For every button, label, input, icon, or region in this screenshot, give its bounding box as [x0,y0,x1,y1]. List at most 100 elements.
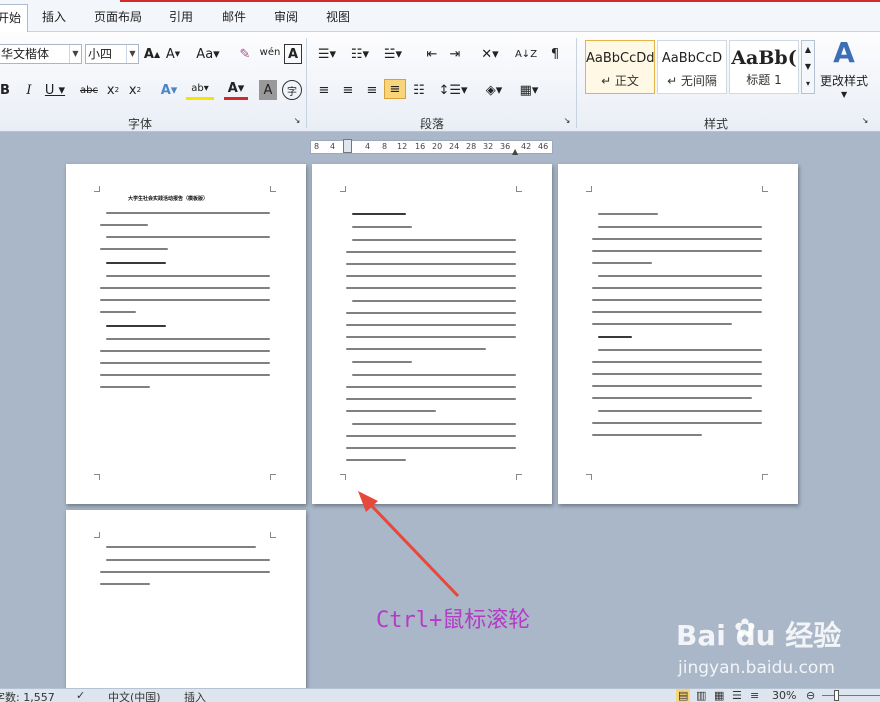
annotation-text: Ctrl+鼠标滚轮 [376,608,531,633]
align-left-icon[interactable]: ≡ [314,80,334,100]
font-dialog-launcher-icon[interactable]: ↘ [292,114,302,126]
numbering-icon[interactable]: ☷▾ [347,44,373,64]
watermark-logo: Bai du 经验 [676,619,842,652]
paragraph-dialog-launcher-icon[interactable]: ↘ [562,114,572,126]
increase-indent-icon[interactable]: ⇥ [445,44,465,64]
web-layout-icon[interactable]: ▦ [714,689,724,702]
font-name-combo[interactable]: 华文楷体 ▼ [0,44,82,64]
change-styles-button[interactable]: 更改样式 [820,72,868,89]
zoom-out-icon[interactable]: ⊖ [806,689,815,702]
more-styles-icon[interactable]: ▾ [802,75,814,92]
zoom-thumb[interactable] [834,690,839,701]
ruler-tick: 46 [538,142,549,151]
chevron-down-icon[interactable]: ▼ [841,90,847,99]
decrease-indent-icon[interactable]: ⇤ [422,44,442,64]
tab-review[interactable]: 审阅 [274,8,298,25]
scroll-up-icon[interactable]: ▲ [802,41,814,58]
justify-icon[interactable]: ≡ [384,79,406,99]
chevron-down-icon[interactable]: ▼ [126,45,138,63]
sort-icon[interactable]: A↓Z [515,44,537,64]
horizontal-ruler[interactable]: 8 4 4 8 12 16 20 24 28 32 36 42 46 ▲ [310,139,553,156]
multilevel-list-icon[interactable]: ☱▾ [380,44,406,64]
grow-font-icon[interactable]: A ▲ [143,44,161,64]
page-3[interactable] [558,164,798,504]
ruler-tick: 32 [483,142,494,151]
clear-format-icon[interactable]: ✎ [236,44,254,64]
title-accent-line [120,0,880,2]
ruler-tick: 42 [521,142,532,151]
phonetic-guide-icon[interactable]: wén [259,42,281,62]
char-border-icon[interactable]: A [284,44,302,64]
font-size-value: 小四 [88,47,113,61]
ruler-tick: 4 [330,142,336,151]
style-no-spacing[interactable]: AaBbCcD ↵ 无间隔 [657,40,727,94]
tab-mailings[interactable]: 邮件 [222,8,246,25]
ruler-tick: 8 [382,142,388,151]
styles-scroll[interactable]: ▲ ▼ ▾ [801,40,815,94]
ruler-tick: 24 [449,142,460,151]
bold-button[interactable]: B [0,80,12,100]
language-indicator[interactable]: 中文(中国) [108,689,161,702]
char-shading-icon[interactable]: A [259,80,277,100]
zoom-slider[interactable] [822,695,880,696]
indent-marker-icon[interactable] [343,139,352,153]
shrink-font-icon[interactable]: A ▼ [164,44,182,64]
line-spacing-icon[interactable]: ↕☰▾ [438,80,467,100]
style-heading-1[interactable]: AaBb( 标题 1 [729,40,799,94]
subscript-button[interactable]: x2 [104,80,122,100]
document-title: 大学生社会实践活动报告（模板版） [128,196,209,202]
zoom-level[interactable]: 30% [772,689,796,702]
style-name-label: ↵ 无间隔 [667,74,717,88]
enclose-char-icon[interactable]: 字 [282,80,302,100]
page-2[interactable] [312,164,552,504]
tab-view[interactable]: 视图 [326,8,350,25]
shading-icon[interactable]: ◈▾ [480,80,508,100]
insert-mode[interactable]: 插入 [184,689,206,702]
align-center-icon[interactable]: ≡ [338,80,358,100]
right-indent-marker-icon[interactable]: ▲ [512,147,518,156]
font-group-label: 字体 [128,117,153,131]
ruler-tick: 8 [314,142,320,151]
chinese-layout-icon[interactable]: ✕▾ [476,44,504,64]
change-case-icon[interactable]: Aa▾ [196,44,220,64]
page-1[interactable]: 大学生社会实践活动报告（模板版） [66,164,306,504]
underline-button[interactable]: U ▾ [44,80,66,100]
superscript-button[interactable]: x2 [126,80,144,100]
word-count[interactable]: 字数: 1,557 [0,689,55,702]
distributed-icon[interactable]: ☷ [409,80,429,100]
outline-icon[interactable]: ☰ [732,689,742,702]
ruler-tick: 28 [466,142,477,151]
style-name-label: ↵ 正文 [601,74,639,88]
paw-icon: ✿ [734,614,756,644]
show-marks-icon[interactable]: ¶ [546,44,564,64]
tab-references[interactable]: 引用 [169,8,193,25]
bullets-icon[interactable]: ☰▾ [314,44,340,64]
strikethrough-button[interactable]: abc [78,80,100,100]
ruler-tick: 4 [365,142,371,151]
style-normal[interactable]: AaBbCcDd ↵ 正文 [585,40,655,94]
tab-page-layout[interactable]: 页面布局 [94,8,142,25]
ribbon: 华文楷体 ▼ 小四 ▼ A ▲ A ▼ Aa▾ ✎ wén A B I U ▾ ab… [0,32,880,132]
tab-insert[interactable]: 插入 [42,8,66,25]
paragraph-group-label: 段落 [420,117,445,131]
tab-home[interactable]: 开始 [0,4,29,32]
chevron-down-icon[interactable]: ▼ [69,45,81,63]
change-styles-icon[interactable]: A [828,36,860,69]
align-right-icon[interactable]: ≡ [362,80,382,100]
full-screen-icon[interactable]: ▥ [696,689,706,702]
proofing-icon[interactable]: ✓ [76,689,85,702]
style-sample-text: AaBb( [731,47,797,69]
baidu-watermark: Bai du 经验 ✿ jingyan.baidu.com [672,612,872,682]
font-color-icon[interactable]: A▾ [224,80,248,100]
scroll-down-icon[interactable]: ▼ [802,58,814,75]
font-size-combo[interactable]: 小四 ▼ [85,44,139,64]
borders-icon[interactable]: ▦▾ [516,80,542,100]
highlight-icon[interactable]: ab▾ [186,80,214,100]
draft-icon[interactable]: ≡ [750,689,759,702]
styles-dialog-launcher-icon[interactable]: ↘ [860,114,870,126]
page-4[interactable] [66,510,306,690]
divider [306,38,307,128]
print-layout-icon[interactable]: ▤ [676,689,691,702]
italic-button[interactable]: I [22,80,36,100]
text-effects-icon[interactable]: A▾ [156,80,182,100]
